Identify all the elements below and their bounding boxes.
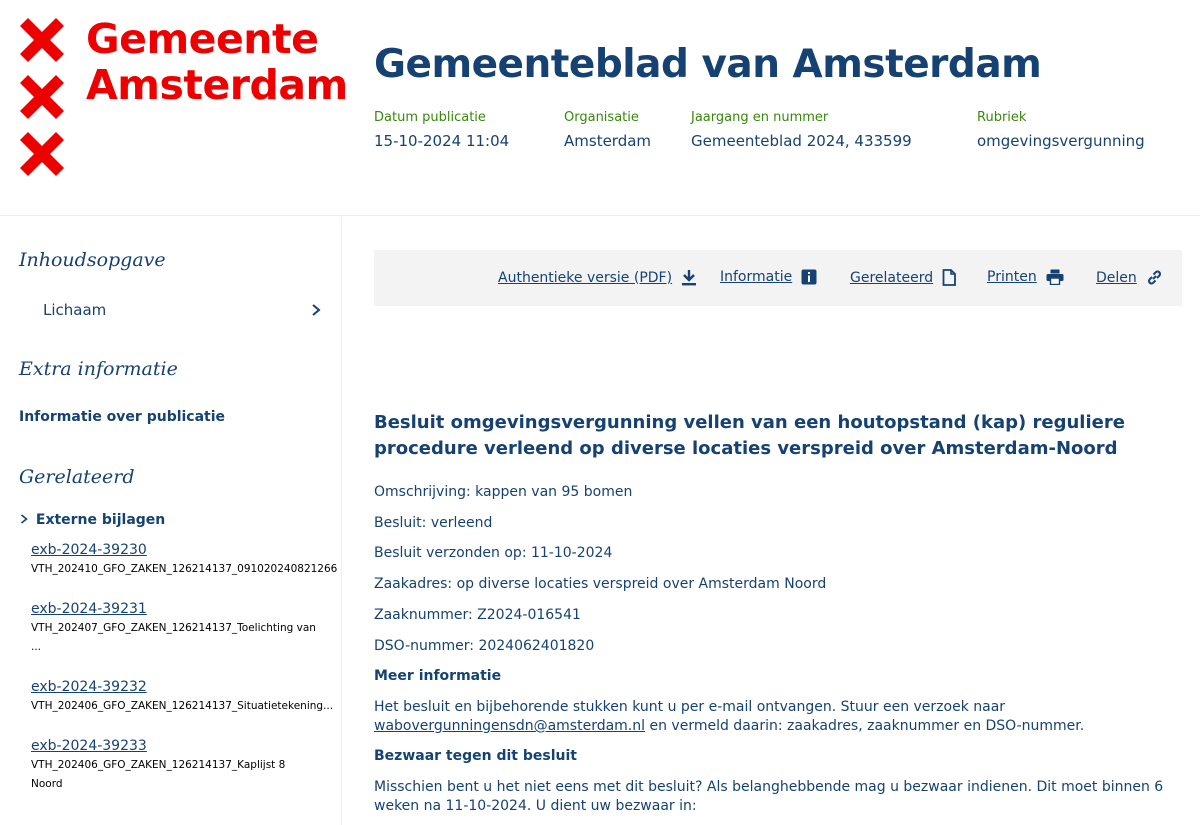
attachment-link[interactable]: exb-2024-39232 bbox=[31, 679, 341, 695]
more-info-text: Het besluit en bijbehorende stukken kunt… bbox=[374, 699, 1006, 715]
meta-organisation: Organisatie Amsterdam bbox=[564, 110, 651, 150]
page-header: Gemeente Amsterdam Gemeenteblad van Amst… bbox=[0, 0, 1200, 216]
case-number-line: Zaaknummer: Z2024-016541 bbox=[374, 607, 581, 623]
info-icon bbox=[801, 269, 817, 285]
meta-label: Rubriek bbox=[977, 110, 1027, 125]
meta-value: Gemeenteblad 2024, 433599 bbox=[691, 132, 912, 150]
document-icon bbox=[942, 269, 957, 286]
external-attachments-label: Externe bijlagen bbox=[35, 512, 166, 528]
meta-value: Amsterdam bbox=[564, 132, 652, 150]
pdf-download-label: Authentieke versie (PDF) bbox=[498, 269, 673, 286]
attachment-description: VTH_202406_GFO_ZAKEN_126214137_Situatiet… bbox=[31, 697, 341, 716]
andreas-cross-icon bbox=[20, 132, 64, 176]
download-icon bbox=[682, 270, 697, 286]
info-label: Informatie bbox=[720, 269, 793, 285]
logo-line-1: Gemeente bbox=[86, 15, 319, 63]
attachment-link[interactable]: exb-2024-39233 bbox=[31, 738, 341, 754]
more-info-paragraph: Het besluit en bijbehorende stukken kunt… bbox=[374, 698, 1184, 736]
related-button[interactable]: Gerelateerd bbox=[850, 269, 957, 286]
extra-info-heading: Extra informatie bbox=[19, 358, 178, 380]
related-heading: Gerelateerd bbox=[19, 466, 135, 488]
meta-value: omgevingsvergunning bbox=[977, 132, 1145, 150]
attachment-desc-line: VTH_202410_GFO_ZAKEN_126214137_091020240… bbox=[31, 563, 338, 575]
attachment-description: VTH_202407_GFO_ZAKEN_126214137_Toelichti… bbox=[31, 619, 341, 657]
print-button[interactable]: Printen bbox=[987, 269, 1064, 285]
andreas-cross-icon bbox=[20, 75, 64, 119]
attachment-item: exb-2024-39231 VTH_202407_GFO_ZAKEN_1262… bbox=[31, 601, 341, 657]
sent-date-line: Besluit verzonden op: 11-10-2024 bbox=[374, 545, 613, 561]
link-icon bbox=[1147, 270, 1161, 285]
info-button[interactable]: Informatie bbox=[720, 269, 817, 285]
print-label: Printen bbox=[987, 269, 1037, 285]
toc-item-lichaam[interactable]: Lichaam bbox=[43, 301, 106, 319]
sidebar: Inhoudsopgave Lichaam Extra informatie I… bbox=[0, 217, 342, 825]
attachment-desc-line: VTH_202406_GFO_ZAKEN_126214137_Situatiet… bbox=[31, 700, 334, 712]
attachment-desc-line: ... bbox=[31, 641, 42, 653]
attachment-item: exb-2024-39233 VTH_202406_GFO_ZAKEN_1262… bbox=[31, 738, 341, 794]
dso-number-line: DSO-nummer: 2024062401820 bbox=[374, 638, 595, 654]
logo-wordmark: Gemeente Amsterdam bbox=[86, 16, 348, 108]
attachment-desc-line: VTH_202406_GFO_ZAKEN_126214137_Kaplijst … bbox=[31, 759, 286, 771]
external-attachments-toggle[interactable]: Externe bijlagen bbox=[19, 512, 165, 528]
attachment-item: exb-2024-39230 VTH_202410_GFO_ZAKEN_1262… bbox=[31, 542, 341, 579]
meta-publication-date: Datum publicatie 15-10-2024 11:04 bbox=[374, 110, 509, 150]
document-toolbar: Authentieke versie (PDF) Informatie Gere… bbox=[374, 250, 1182, 306]
more-info-text: en vermeld daarin: zaakadres, zaaknummer… bbox=[649, 718, 1085, 734]
andreas-cross-icon bbox=[20, 18, 64, 62]
meta-label: Jaargang en nummer bbox=[691, 110, 829, 125]
email-link[interactable]: wabovergunningensdn@amsterdam.nl bbox=[374, 718, 645, 734]
meta-volume-number: Jaargang en nummer Gemeenteblad 2024, 43… bbox=[691, 110, 912, 150]
attachment-description: VTH_202410_GFO_ZAKEN_126214137_091020240… bbox=[31, 560, 341, 579]
meta-value: 15-10-2024 11:04 bbox=[374, 132, 510, 150]
share-button[interactable]: Delen bbox=[1096, 269, 1163, 286]
address-line: Zaakadres: op diverse locaties verspreid… bbox=[374, 576, 827, 592]
meta-label: Datum publicatie bbox=[374, 110, 486, 125]
share-label: Delen bbox=[1096, 269, 1137, 286]
logo-line-2: Amsterdam bbox=[86, 61, 348, 109]
objection-paragraph: Misschien bent u het niet eens met dit b… bbox=[374, 779, 1164, 814]
printer-icon bbox=[1046, 269, 1064, 285]
description-line: Omschrijving: kappen van 95 bomen bbox=[374, 484, 633, 500]
site-title: Gemeenteblad van Amsterdam bbox=[374, 42, 1042, 87]
document-content: Besluit omgevingsvergunning vellen van e… bbox=[374, 410, 1184, 814]
decision-line: Besluit: verleend bbox=[374, 515, 493, 531]
meta-category: Rubriek omgevingsvergunning bbox=[977, 110, 1145, 150]
toc-heading: Inhoudsopgave bbox=[19, 249, 166, 271]
attachment-description: VTH_202406_GFO_ZAKEN_126214137_Kaplijst … bbox=[31, 756, 341, 794]
attachment-desc-line: Noord bbox=[31, 778, 63, 790]
chevron-right-icon[interactable] bbox=[310, 303, 322, 317]
attachment-item: exb-2024-39232 VTH_202406_GFO_ZAKEN_1262… bbox=[31, 679, 341, 716]
pdf-download-button[interactable]: Authentieke versie (PDF) bbox=[498, 269, 697, 286]
publication-info-link[interactable]: Informatie over publicatie bbox=[19, 409, 225, 425]
document-title: Besluit omgevingsvergunning vellen van e… bbox=[374, 412, 1125, 459]
more-info-heading: Meer informatie bbox=[374, 668, 502, 684]
objection-heading: Bezwaar tegen dit besluit bbox=[374, 748, 577, 764]
related-label: Gerelateerd bbox=[850, 269, 934, 286]
attachment-link[interactable]: exb-2024-39231 bbox=[31, 601, 341, 617]
chevron-right-icon bbox=[21, 514, 28, 524]
attachment-desc-line: VTH_202407_GFO_ZAKEN_126214137_Toelichti… bbox=[31, 622, 316, 634]
meta-label: Organisatie bbox=[564, 110, 639, 125]
logo-crosses bbox=[18, 16, 68, 187]
attachment-link[interactable]: exb-2024-39230 bbox=[31, 542, 341, 558]
